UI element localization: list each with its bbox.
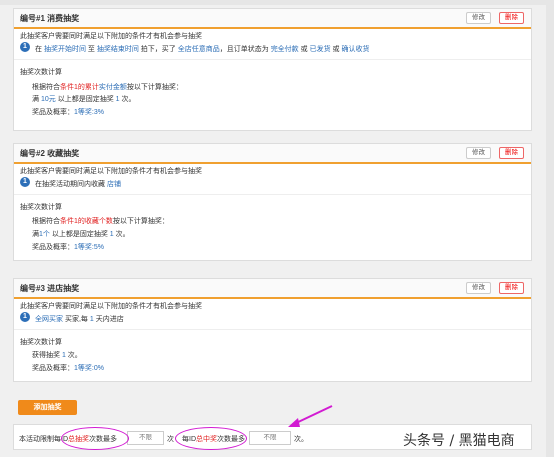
text-segment: 抽奖开始时间 <box>43 46 86 53</box>
text-segment: 全店任意商品 <box>177 46 220 53</box>
rule-panel-2: 编号#2 收藏抽奖 修改 删除 此抽奖客户需要同时满足以下附加的条件才有机会参与… <box>13 143 532 261</box>
annotation-ellipse-2 <box>175 427 247 450</box>
text-segment: 确认收货 <box>341 46 370 53</box>
count-title: 抽奖次数计算 <box>20 204 62 211</box>
rule-title: 编号#1 消费抽奖 <box>20 14 80 23</box>
text-segment: 以上都是固定抽奖 <box>55 96 116 103</box>
text-segment: ，且订单状态为 <box>219 46 271 53</box>
text-segment: 抽奖结束时间 <box>96 46 139 53</box>
text-segment: 店铺 <box>106 181 121 188</box>
text-segment: 拍下，买了 <box>138 46 178 53</box>
rule-panel-1: 编号#1 消费抽奖 修改 删除 此抽奖客户需要同时满足以下附加的条件才有机会参与… <box>13 8 532 131</box>
text-segment: 条件1的累计 <box>60 84 99 91</box>
edit-button[interactable]: 修改 <box>466 282 491 294</box>
prize-value: 1等奖:3% <box>74 109 104 116</box>
edit-button[interactable]: 修改 <box>466 147 491 159</box>
text-segment: 按以下计算抽奖： <box>112 218 169 225</box>
draw-limit-unit: 次 <box>167 436 174 443</box>
text-segment: 买家,每 <box>63 316 90 323</box>
annotation-arrow-icon <box>288 405 333 427</box>
rule-panel-3: 编号#3 进店抽奖 修改 删除 此抽奖客户需要同时满足以下附加的条件才有机会参与… <box>13 278 532 382</box>
prize-label: 奖品及概率： <box>32 109 74 116</box>
annotation-ellipse-1 <box>61 427 129 450</box>
text-segment: 次。 <box>119 96 136 103</box>
condition-number-badge: 1 <box>20 312 30 322</box>
text-segment: 满 <box>32 96 41 103</box>
draw-limit-input[interactable]: 不限 <box>127 431 164 445</box>
prize-value: 1等奖:5% <box>74 244 104 251</box>
condition-number-badge: 1 <box>20 177 30 187</box>
text-segment: 已发货 <box>309 46 331 53</box>
text-segment: 在抽奖活动期间内收藏 <box>35 181 107 188</box>
text-segment: 获得抽奖 <box>32 352 62 359</box>
count-detail: 满 10元 以上都是固定抽奖 1 次。 <box>32 94 136 104</box>
prize-label: 奖品及概率： <box>32 244 74 251</box>
text-segment: 在 <box>35 46 44 53</box>
condition-intro: 此抽奖客户需要同时满足以下附加的条件才有机会参与抽奖 <box>20 168 202 175</box>
divider <box>14 329 531 330</box>
condition-text: 在抽奖活动期间内收藏 店铺 <box>35 179 121 189</box>
divider <box>14 194 531 195</box>
text-segment: 完全付款 <box>270 46 299 53</box>
rule-header: 编号#3 进店抽奖 修改 删除 <box>14 279 531 299</box>
condition-intro: 此抽奖客户需要同时满足以下附加的条件才有机会参与抽奖 <box>20 33 202 40</box>
condition-text: 全网买家 买家,每 1 天内进店 <box>35 314 124 324</box>
condition-text: 在 抽奖开始时间 至 抽奖结束时间 拍下，买了 全店任意商品，且订单状态为 完全… <box>35 44 369 54</box>
prize-label: 奖品及概率： <box>32 365 74 372</box>
text-segment: 根据符合 <box>32 218 60 225</box>
count-rule: 根据符合条件1的累计实付金额按以下计算抽奖： <box>32 82 183 92</box>
condition-intro: 此抽奖客户需要同时满足以下附加的条件才有机会参与抽奖 <box>20 303 202 310</box>
win-limit-unit: 次。 <box>294 436 308 443</box>
delete-button[interactable]: 删除 <box>499 12 524 24</box>
count-rule: 根据符合条件1的收藏个数按以下计算抽奖： <box>32 216 169 226</box>
win-limit-input[interactable]: 不限 <box>249 431 291 445</box>
text-segment: 天内进店 <box>93 316 124 323</box>
text-segment: 根据符合 <box>32 84 60 91</box>
text-segment: 满 <box>32 231 39 238</box>
delete-button[interactable]: 删除 <box>499 282 524 294</box>
rule-title: 编号#3 进店抽奖 <box>20 284 80 293</box>
rule-header: 编号#1 消费抽奖 修改 删除 <box>14 9 531 29</box>
prize-line: 奖品及概率：1等奖:0% <box>32 363 104 373</box>
count-title: 抽奖次数计算 <box>20 339 62 346</box>
rule-title: 编号#2 收藏抽奖 <box>20 149 80 158</box>
add-lottery-button[interactable]: 添加抽奖 <box>18 400 77 415</box>
scrollbar[interactable] <box>546 0 554 457</box>
text-segment: 或 <box>298 46 310 53</box>
text-segment: 实付金额 <box>98 84 127 91</box>
text-segment: 按以下计算抽奖： <box>126 84 183 91</box>
rule-header: 编号#2 收藏抽奖 修改 删除 <box>14 144 531 164</box>
prize-line: 奖品及概率：1等奖:3% <box>32 107 104 117</box>
condition-number-badge: 1 <box>20 42 30 52</box>
divider <box>14 59 531 60</box>
count-title: 抽奖次数计算 <box>20 69 62 76</box>
delete-button[interactable]: 删除 <box>499 147 524 159</box>
edit-button[interactable]: 修改 <box>466 12 491 24</box>
text-segment: 1个 <box>39 231 50 238</box>
count-detail: 满1个 以上都是固定抽奖 1 次。 <box>32 229 130 239</box>
text-segment: 或 <box>330 46 342 53</box>
top-strip <box>0 0 554 5</box>
text-segment: 至 <box>85 46 97 53</box>
text-segment: 10元 <box>40 96 56 103</box>
text-segment: 全网买家 <box>35 316 63 323</box>
text-segment: 次。 <box>65 352 82 359</box>
text-segment: 次。 <box>113 231 130 238</box>
watermark: 头条号 / 黑猫电商 <box>403 433 515 449</box>
count-detail: 获得抽奖 1 次。 <box>32 350 82 360</box>
text-segment: 条件1的收藏个数 <box>60 218 113 225</box>
text-segment: 以上都是固定抽奖 <box>49 231 110 238</box>
prize-line: 奖品及概率：1等奖:5% <box>32 242 104 252</box>
prize-value: 1等奖:0% <box>74 365 104 372</box>
